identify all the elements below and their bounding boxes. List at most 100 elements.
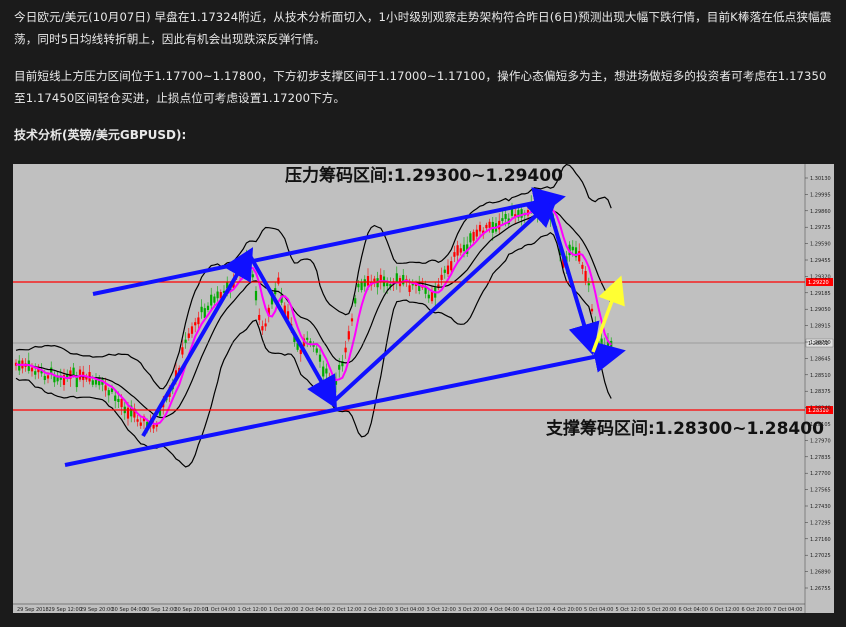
price-tick-label: 1.27835 — [810, 455, 831, 461]
candle-body — [366, 276, 370, 286]
price-tick-label: 1.28375 — [810, 389, 831, 395]
price-tick-label: 1.28105 — [810, 422, 831, 428]
candle-body — [75, 377, 78, 388]
article-paragraph-2: 目前短线上方压力区间位于1.17700~1.17800，下方初步支撑区间于1.1… — [14, 69, 827, 105]
candle-body — [402, 274, 405, 285]
chart-canvas: 压力筹码区间:1.29300~1.29400 支撑筹码区间:1.28300~1.… — [13, 164, 834, 613]
candle-body — [187, 333, 190, 338]
support-zone-label: 支撑筹码区间:1.28300~1.28400 — [546, 418, 824, 439]
price-tick-label: 1.28510 — [810, 373, 831, 379]
candle-body — [446, 265, 450, 275]
candle-body — [203, 308, 206, 318]
candle-body — [443, 269, 446, 273]
time-tick-label: 4 Oct 04:00 — [490, 607, 519, 613]
channel-upper-line — [92, 187, 566, 296]
candle-body — [594, 323, 597, 326]
candle-body — [590, 308, 594, 312]
time-tick-label: 29 Sep 12:00 — [49, 607, 82, 613]
candle-body — [258, 314, 261, 321]
candle-body — [462, 244, 466, 252]
channel-lower-line — [64, 341, 626, 467]
price-tick-label: 1.27295 — [810, 520, 831, 526]
candle-body — [603, 344, 606, 352]
candle-body — [350, 318, 354, 322]
article-paragraph-1: 今日欧元/美元(10月07日) 早盘在1.17324附近，从技术分析面切入，1小… — [14, 10, 832, 46]
candlestick-series — [14, 195, 613, 434]
price-tick-label: 1.27970 — [810, 438, 831, 444]
time-tick-label: 2 Oct 04:00 — [301, 607, 330, 613]
candle-body — [139, 422, 142, 426]
candle-body — [386, 283, 389, 287]
candle-body — [520, 209, 523, 218]
candle-body — [206, 305, 210, 310]
price-tick-label: 1.27160 — [810, 537, 831, 543]
time-tick-label: 2 Oct 12:00 — [332, 607, 361, 613]
candle-body — [322, 366, 325, 377]
candle-body — [475, 229, 478, 237]
time-tick-label: 1 Oct 20:00 — [269, 607, 298, 613]
time-tick-label: 4 Oct 12:00 — [521, 607, 550, 613]
candle-body — [347, 331, 350, 340]
time-tick-label: 5 Oct 20:00 — [647, 607, 676, 613]
candle-body — [360, 281, 363, 291]
time-tick-label: 6 Oct 04:00 — [679, 607, 708, 613]
candle-body — [46, 375, 50, 379]
resistance-zone-label: 压力筹码区间:1.29300~1.29400 — [285, 165, 563, 186]
price-tick-label: 1.29995 — [810, 192, 831, 198]
candle-body — [43, 375, 46, 381]
candle-body — [357, 283, 360, 288]
candle-body — [344, 347, 347, 353]
candle-body — [315, 348, 318, 353]
upper-band — [15, 164, 612, 390]
candle-body — [114, 395, 117, 401]
candle-body — [306, 337, 309, 340]
time-tick-label: 29 Sep 2018 — [17, 607, 49, 613]
candle-body — [104, 385, 107, 391]
candle-body — [485, 224, 488, 229]
price-tick-label: 1.27025 — [810, 553, 831, 559]
candle-body — [264, 323, 267, 327]
price-tick-label: 1.27700 — [810, 471, 831, 477]
time-tick-label: 4 Oct 20:00 — [553, 607, 582, 613]
time-tick-label: 6 Oct 12:00 — [710, 607, 739, 613]
time-axis: 29 Sep 2018 29 Sep 12:0029 Sep 20:00 30 Se… — [13, 603, 805, 613]
candle-body — [581, 264, 584, 269]
candle-body — [98, 377, 101, 386]
candle-body — [184, 339, 187, 344]
price-tick-label: 1.29185 — [810, 291, 831, 297]
time-tick-label: 29 Sep 20:00 — [80, 607, 113, 613]
candle-body — [504, 213, 507, 219]
candle-body — [456, 245, 459, 256]
candle-body — [363, 279, 366, 287]
candle-body — [472, 231, 475, 241]
candle-body — [72, 367, 75, 375]
candle-body — [91, 380, 94, 385]
candle-body — [126, 407, 130, 419]
price-tick-label: 1.29455 — [810, 258, 831, 264]
candle-body — [197, 317, 200, 325]
candle-body — [373, 278, 376, 282]
candle-body — [136, 419, 139, 422]
time-tick-label: 30 Sep 12:00 — [143, 607, 176, 613]
candle-body — [194, 322, 197, 326]
time-tick-label: 3 Oct 04:00 — [395, 607, 424, 613]
trend-channel — [64, 187, 626, 467]
candle-body — [325, 368, 328, 374]
candle-body — [94, 379, 98, 385]
candle-body — [53, 376, 56, 383]
price-tick-label: 1.28915 — [810, 324, 831, 330]
resistance-price-value: 1.29220 — [808, 280, 829, 286]
moving-average-line — [15, 205, 612, 425]
candle-body — [453, 252, 456, 257]
candle-body — [152, 424, 155, 429]
candle-body — [190, 326, 194, 334]
price-tick-label: 1.29725 — [810, 225, 831, 231]
price-tick-label: 1.26755 — [810, 586, 831, 592]
candle-body — [261, 326, 264, 331]
price-tick-label: 1.29860 — [810, 209, 831, 215]
time-tick-label: 6 Oct 20:00 — [742, 607, 771, 613]
candle-body — [338, 364, 341, 370]
candle-body — [216, 291, 219, 299]
candle-body — [328, 380, 331, 391]
time-tick-label: 5 Oct 04:00 — [584, 607, 613, 613]
